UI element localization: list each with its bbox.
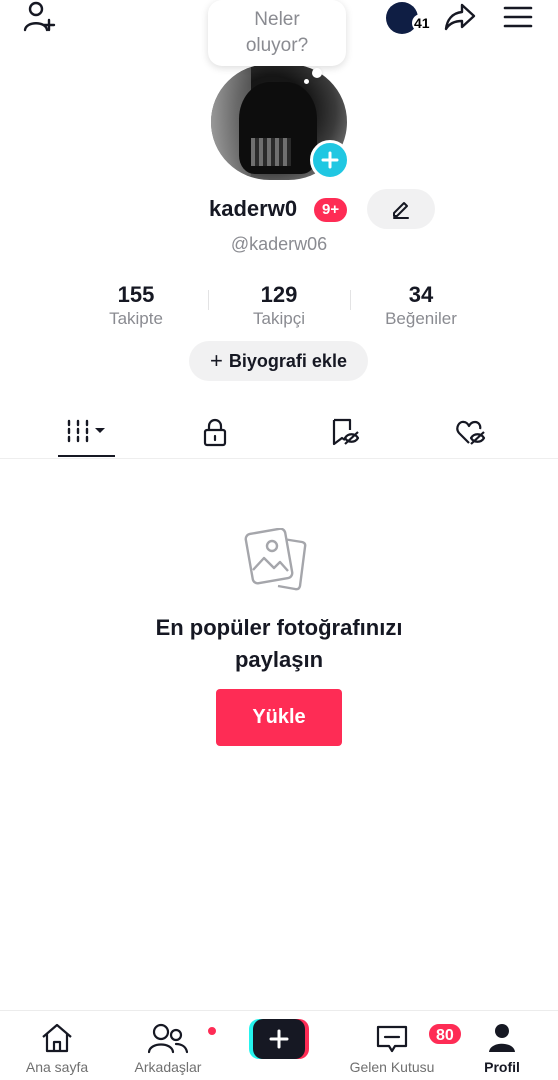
bookmark-hidden-icon (332, 418, 360, 446)
nav-inbox[interactable]: 80 Gelen Kutusu (340, 1011, 463, 1080)
note-line-1: Neler (254, 9, 300, 30)
menu-button[interactable] (498, 0, 538, 34)
plus-icon (321, 151, 339, 169)
bottom-navigation: Ana sayfa Arkadaşlar 80 Gelen Kutusu Pro… (0, 1010, 558, 1080)
bubble-tail-dot-small (304, 79, 309, 84)
profile-person-icon (489, 1024, 515, 1052)
hamburger-menu-icon (503, 6, 533, 28)
share-profile-button[interactable] (440, 0, 480, 34)
heart-hidden-icon (456, 420, 486, 445)
nav-home[interactable]: Ana sayfa (20, 1011, 94, 1080)
user-handle: @kaderw06 (230, 234, 328, 254)
nav-inbox-label: Gelen Kutusu (349, 1059, 435, 1075)
add-story-button[interactable] (310, 140, 350, 180)
tab-private[interactable] (186, 408, 244, 456)
stat-likes[interactable]: 34 Beğeniler (351, 282, 491, 330)
add-person-icon (23, 1, 56, 32)
friends-icon (148, 1023, 188, 1054)
tab-divider (0, 458, 558, 459)
nav-friends[interactable]: Arkadaşlar (126, 1011, 218, 1080)
create-button[interactable] (249, 1019, 309, 1059)
edit-profile-button[interactable] (367, 189, 435, 229)
username: kaderw0 (209, 196, 298, 221)
plus-icon (269, 1029, 289, 1049)
note-line-2: oluyor? (245, 35, 309, 56)
stat-label: Takipçi (253, 309, 305, 328)
add-friend-button[interactable] (18, 0, 62, 34)
plus-icon: + (210, 348, 223, 373)
nav-friends-label: Arkadaşlar (134, 1059, 202, 1075)
add-bio-label: Biyografi ekle (228, 350, 347, 371)
inbox-count-badge: 80 (427, 1022, 463, 1046)
stat-label: Beğeniler (385, 309, 457, 328)
lock-icon (203, 418, 227, 447)
upload-button[interactable]: Yükle (216, 689, 342, 746)
stat-value: 129 (260, 282, 298, 307)
note-bubble[interactable]: Neler oluyor? (208, 0, 346, 66)
share-arrow-icon (444, 3, 476, 31)
tab-liked[interactable] (442, 408, 500, 456)
notification-badge[interactable]: 9+ (314, 198, 348, 222)
nav-profile-label: Profil (484, 1059, 520, 1075)
empty-title-line-1: En popüler fotoğrafınızı (155, 615, 403, 640)
tab-videos[interactable] (58, 408, 116, 456)
empty-title-line-2: paylaşın (234, 647, 324, 672)
stat-followers[interactable]: 129 Takipçi (209, 282, 349, 330)
nav-profile[interactable]: Profil (474, 1011, 530, 1080)
inbox-message-icon (376, 1025, 408, 1053)
friends-notification-dot (206, 1025, 218, 1037)
empty-state-title: En popüler fotoğrafınızı paylaşın (0, 612, 558, 676)
add-bio-button[interactable]: + Biyografi ekle (189, 341, 368, 381)
nav-home-label: Ana sayfa (25, 1059, 89, 1075)
story-avatar-button[interactable]: 41 (386, 2, 432, 34)
photo-stack-icon (244, 527, 312, 594)
home-icon (42, 1023, 72, 1053)
tab-favorites[interactable] (316, 408, 374, 456)
chevron-down-icon (95, 428, 105, 433)
stat-value: 155 (117, 282, 155, 307)
active-tab-indicator (58, 455, 115, 457)
note-text: Neler oluyor? (246, 7, 308, 59)
stat-following[interactable]: 155 Takipte (66, 282, 206, 330)
grid-videos-icon (67, 419, 105, 443)
pencil-icon (393, 202, 409, 219)
stat-label: Takipte (109, 309, 163, 328)
bubble-tail-dot (312, 68, 322, 78)
stat-value: 34 (408, 282, 434, 307)
story-count-badge: 41 (412, 14, 432, 32)
